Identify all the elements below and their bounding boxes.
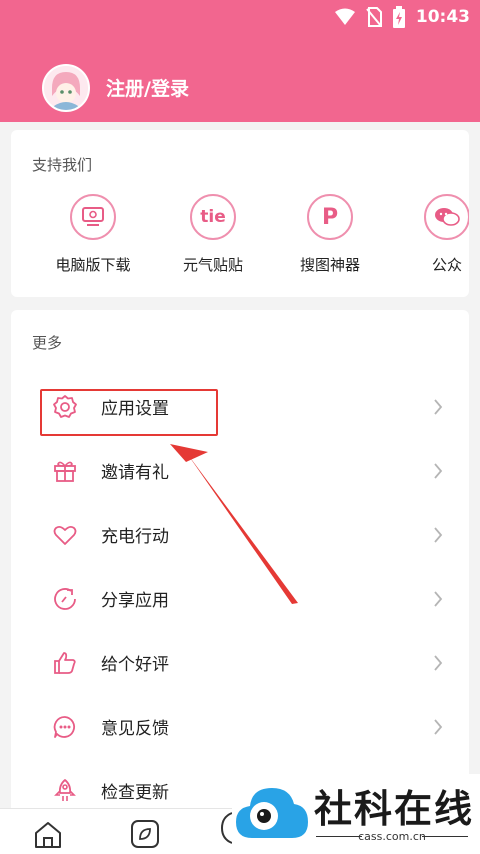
discover-tab-icon[interactable] — [130, 819, 160, 849]
watermark-subtitle: cass.com.cn — [358, 830, 426, 843]
cloud-logo-icon — [236, 788, 308, 838]
annotation-arrow — [170, 444, 298, 604]
watermark-logo: 社科在线 cass.com.cn — [232, 774, 480, 853]
home-tab-icon[interactable] — [32, 819, 64, 849]
watermark-title: 社科在线 — [314, 787, 475, 831]
